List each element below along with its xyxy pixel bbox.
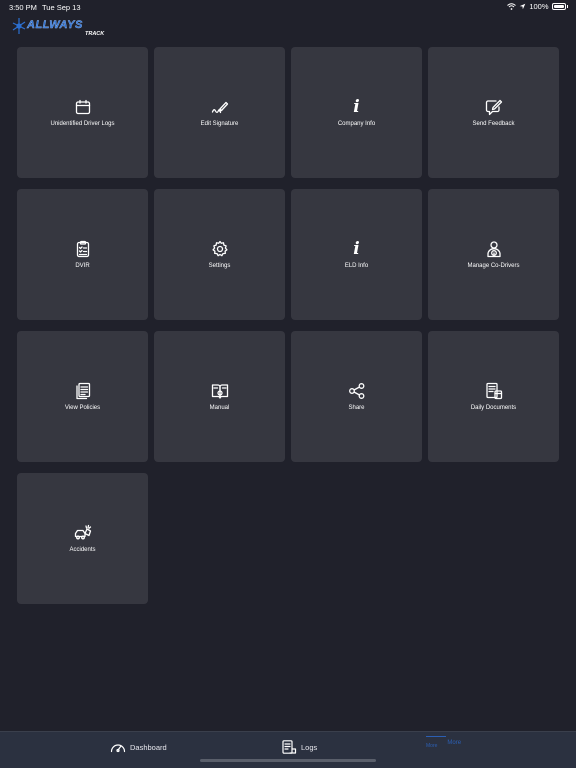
manual-book-icon: [211, 382, 229, 400]
logo-burst-icon: [12, 18, 26, 34]
tile-manage-co-drivers[interactable]: Manage Co-Drivers: [428, 189, 559, 320]
home-indicator[interactable]: [200, 759, 376, 762]
speedometer-icon: [110, 744, 126, 753]
tab-more-indicator: [426, 736, 446, 737]
tile-label: Company Info: [337, 121, 376, 127]
tile-label: Manage Co-Drivers: [467, 263, 520, 269]
tile-unidentified-driver-logs[interactable]: Unidentified Driver Logs: [17, 47, 148, 178]
tile-dvir[interactable]: DVIR: [17, 189, 148, 320]
tab-dashboard-label: Dashboard: [130, 742, 167, 752]
share-icon: [348, 382, 366, 400]
tile-edit-signature[interactable]: Edit Signature: [154, 47, 285, 178]
tile-send-feedback[interactable]: Send Feedback: [428, 47, 559, 178]
tile-label: Share: [348, 405, 365, 411]
tile-label: Manual: [209, 405, 230, 411]
tile-accidents[interactable]: Accidents: [17, 473, 148, 604]
gear-icon: [211, 240, 229, 258]
status-date: Tue Sep 13: [42, 3, 81, 12]
status-right: 100%: [507, 2, 568, 11]
battery-percent: 100%: [529, 2, 549, 11]
status-bar: 3:50 PM Tue Sep 13 100%: [0, 0, 576, 14]
tile-daily-documents[interactable]: Daily Documents: [428, 331, 559, 462]
car-accident-icon: [74, 524, 92, 542]
signature-pen-icon: [211, 98, 229, 116]
tab-more[interactable]: More More: [426, 736, 462, 749]
tile-label: Unidentified Driver Logs: [50, 121, 115, 127]
tile-company-info[interactable]: i Company Info: [291, 47, 422, 178]
tab-more-label-right: More: [447, 740, 462, 746]
status-time: 3:50 PM: [9, 3, 37, 12]
battery-tip: [566, 5, 568, 8]
tab-bar: Dashboard Logs More More: [0, 731, 576, 768]
tile-manual[interactable]: Manual: [154, 331, 285, 462]
allways-track-logo: ALLWAYS TRACK: [12, 18, 105, 37]
location-arrow-icon: [520, 3, 526, 10]
tile-label: Accidents: [69, 547, 96, 553]
documents-icon: [485, 382, 503, 400]
tile-label: View Policies: [64, 405, 101, 411]
tab-more-label-left: More: [426, 743, 438, 749]
tile-label: Send Feedback: [472, 121, 515, 127]
tab-logs-label: Logs: [301, 742, 318, 752]
tile-view-policies[interactable]: View Policies: [17, 331, 148, 462]
logo-text-top: ALLWAYS: [26, 19, 83, 31]
clipboard-checklist-icon: [74, 240, 92, 258]
calendar-icon: [74, 98, 92, 116]
feedback-pen-icon: [485, 98, 503, 116]
logs-document-icon: [282, 740, 297, 754]
tile-settings[interactable]: Settings: [154, 189, 285, 320]
driver-user-icon: [485, 240, 503, 258]
info-icon: i: [353, 239, 360, 259]
logo-text-bottom: TRACK: [85, 31, 105, 37]
tile-share[interactable]: Share: [291, 331, 422, 462]
tile-label: Settings: [208, 263, 231, 269]
info-icon: i: [353, 97, 360, 117]
wifi-icon: [507, 3, 517, 10]
tile-label: ELD Info: [344, 263, 369, 269]
tile-eld-info[interactable]: i ELD Info: [291, 189, 422, 320]
menu-grid: Unidentified Driver Logs Edit Signature …: [17, 47, 559, 604]
tab-logs[interactable]: Logs: [281, 740, 317, 754]
policies-document-icon: [74, 382, 92, 400]
tile-label: DVIR: [75, 263, 90, 269]
tab-dashboard[interactable]: Dashboard: [110, 740, 167, 754]
tile-label: Daily Documents: [470, 405, 517, 411]
tile-label: Edit Signature: [200, 121, 239, 127]
battery-icon: [551, 3, 566, 10]
